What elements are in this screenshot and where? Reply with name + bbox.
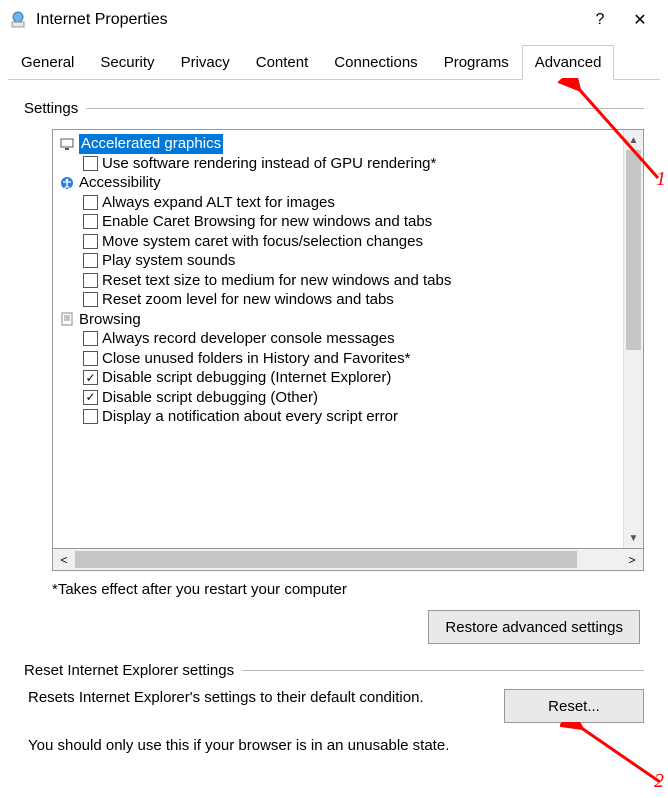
tab-content: Settings Accelerated graphicsUse softwar… <box>0 80 668 754</box>
tab-content[interactable]: Content <box>243 45 322 80</box>
tab-advanced[interactable]: Advanced <box>522 45 615 80</box>
page-icon <box>59 311 75 327</box>
tree-category-label: Accessibility <box>79 173 161 193</box>
help-button[interactable]: ? <box>580 5 620 35</box>
checkbox[interactable] <box>83 409 98 424</box>
tree-option[interactable]: Disable script debugging (Internet Explo… <box>55 368 623 388</box>
tree-option[interactable]: Move system caret with focus/selection c… <box>55 232 623 252</box>
checkbox[interactable] <box>83 351 98 366</box>
restart-note: *Takes effect after you restart your com… <box>52 581 644 598</box>
tree-option-label: Always record developer console messages <box>102 329 395 349</box>
tree-option[interactable]: Disable script debugging (Other) <box>55 388 623 408</box>
tab-general[interactable]: General <box>8 45 87 80</box>
checkbox[interactable] <box>83 292 98 307</box>
tree-option-label: Reset text size to medium for new window… <box>102 271 451 291</box>
tree-option-label: Disable script debugging (Other) <box>102 388 318 408</box>
scroll-thumb[interactable] <box>626 150 641 350</box>
tree-option[interactable]: Always record developer console messages <box>55 329 623 349</box>
tree-option-label: Disable script debugging (Internet Explo… <box>102 368 391 388</box>
app-icon <box>8 10 28 30</box>
tree-option[interactable]: Close unused folders in History and Favo… <box>55 349 623 369</box>
restore-advanced-button[interactable]: Restore advanced settings <box>428 610 640 644</box>
settings-tree-body[interactable]: Accelerated graphicsUse software renderi… <box>53 130 623 548</box>
scroll-down-arrow[interactable]: ▼ <box>624 528 643 548</box>
tree-option[interactable]: Use software rendering instead of GPU re… <box>55 154 623 174</box>
accessibility-icon <box>59 175 75 191</box>
checkbox[interactable] <box>83 195 98 210</box>
tree-category[interactable]: Browsing <box>55 310 623 330</box>
tree-category[interactable]: Accelerated graphics <box>55 134 623 154</box>
tab-privacy[interactable]: Privacy <box>168 45 243 80</box>
checkbox[interactable] <box>83 214 98 229</box>
tree-category-label: Accelerated graphics <box>79 134 223 154</box>
monitor-icon <box>59 136 75 152</box>
hscroll-track[interactable] <box>75 549 621 570</box>
reset-description: Resets Internet Explorer's settings to t… <box>28 689 484 706</box>
reset-group: Reset Internet Explorer settings Resets … <box>24 662 644 754</box>
tab-programs[interactable]: Programs <box>431 45 522 80</box>
tab-security[interactable]: Security <box>87 45 167 80</box>
settings-group: Settings Accelerated graphicsUse softwar… <box>24 100 644 644</box>
settings-tree[interactable]: Accelerated graphicsUse software renderi… <box>52 129 644 549</box>
tree-option[interactable]: Play system sounds <box>55 251 623 271</box>
scroll-left-arrow[interactable]: < <box>53 549 75 570</box>
checkbox[interactable] <box>83 156 98 171</box>
reset-warning: You should only use this if your browser… <box>28 737 644 754</box>
annotation-2: 2 <box>654 770 664 793</box>
scroll-right-arrow[interactable]: > <box>621 549 643 570</box>
horizontal-scrollbar[interactable]: < > <box>52 549 644 571</box>
tree-category[interactable]: Accessibility <box>55 173 623 193</box>
scroll-track[interactable] <box>624 150 643 528</box>
reset-group-label: Reset Internet Explorer settings <box>24 662 242 679</box>
tree-option-label: Use software rendering instead of GPU re… <box>102 154 436 174</box>
window-title: Internet Properties <box>36 11 580 29</box>
tree-option[interactable]: Display a notification about every scrip… <box>55 407 623 427</box>
tree-option-label: Display a notification about every scrip… <box>102 407 398 427</box>
checkbox[interactable] <box>83 390 98 405</box>
tree-option[interactable]: Reset zoom level for new windows and tab… <box>55 290 623 310</box>
tree-category-label: Browsing <box>79 310 141 330</box>
tree-option[interactable]: Always expand ALT text for images <box>55 193 623 213</box>
checkbox[interactable] <box>83 234 98 249</box>
tree-option-label: Always expand ALT text for images <box>102 193 335 213</box>
tree-option[interactable]: Reset text size to medium for new window… <box>55 271 623 291</box>
checkbox[interactable] <box>83 370 98 385</box>
group-divider <box>86 108 644 109</box>
tree-option-label: Play system sounds <box>102 251 235 271</box>
scroll-up-arrow[interactable]: ▲ <box>624 130 643 150</box>
reset-button[interactable]: Reset... <box>504 689 644 723</box>
tree-option-label: Close unused folders in History and Favo… <box>102 349 410 369</box>
tree-option-label: Enable Caret Browsing for new windows an… <box>102 212 432 232</box>
tab-connections[interactable]: Connections <box>321 45 430 80</box>
close-button[interactable]: ✕ <box>620 5 660 35</box>
tree-option[interactable]: Enable Caret Browsing for new windows an… <box>55 212 623 232</box>
vertical-scrollbar[interactable]: ▲ ▼ <box>623 130 643 548</box>
tab-strip: General Security Privacy Content Connect… <box>8 44 660 80</box>
title-bar: Internet Properties ? ✕ <box>0 0 668 40</box>
checkbox[interactable] <box>83 331 98 346</box>
settings-label: Settings <box>24 100 86 117</box>
annotation-1: 1 <box>656 168 666 191</box>
tree-option-label: Reset zoom level for new windows and tab… <box>102 290 394 310</box>
hscroll-thumb[interactable] <box>75 551 577 568</box>
checkbox[interactable] <box>83 273 98 288</box>
tree-option-label: Move system caret with focus/selection c… <box>102 232 423 252</box>
group-divider <box>242 670 644 671</box>
checkbox[interactable] <box>83 253 98 268</box>
